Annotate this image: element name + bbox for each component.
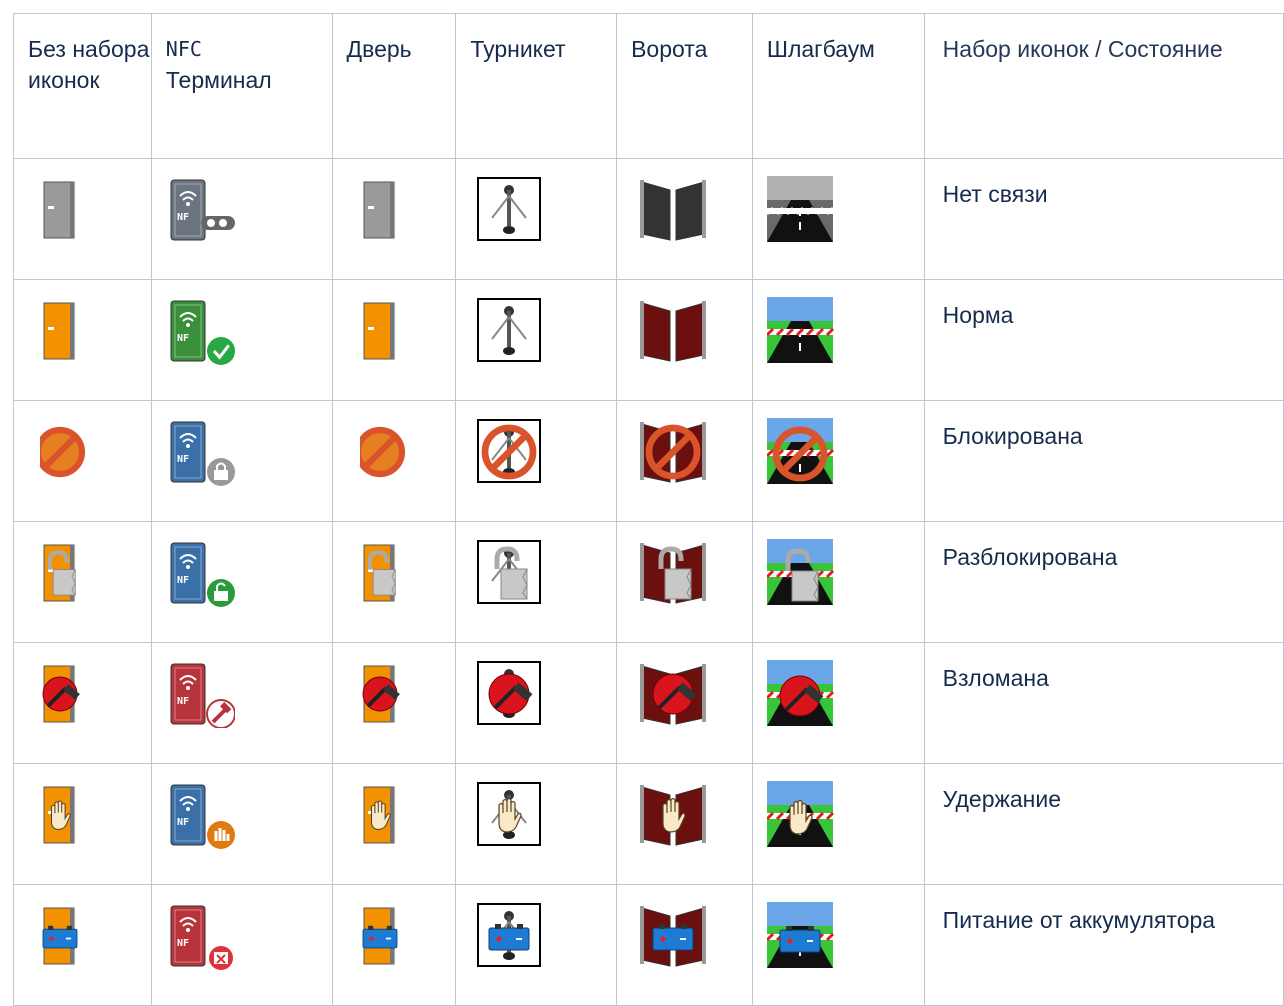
barrier-no-connection-icon xyxy=(751,158,925,280)
gate-no-connection-icon xyxy=(616,158,753,280)
door-unblocked-icon xyxy=(331,521,457,643)
none-broken-icon xyxy=(13,642,152,764)
door-battery-icon xyxy=(331,884,457,1006)
state-row-broken: NF Взломана xyxy=(13,642,1284,764)
state-label-cell: Нет связи xyxy=(923,158,1284,280)
nfc-terminal-battery-icon: NF xyxy=(150,884,333,1006)
state-label: Нет связи xyxy=(942,181,1048,207)
svg-text:NF: NF xyxy=(177,938,189,949)
turnstile-battery-icon xyxy=(455,884,618,1006)
svg-text:NF: NF xyxy=(177,454,189,465)
state-label: Норма xyxy=(942,302,1014,328)
barrier-broken-icon xyxy=(751,642,925,764)
none-hold-icon xyxy=(13,763,152,885)
turnstile-broken-icon xyxy=(455,642,618,764)
gate-unblocked-icon xyxy=(616,521,753,643)
barrier-blocked-icon xyxy=(751,400,925,522)
nfc-terminal-unblocked-icon: NF xyxy=(150,521,333,643)
state-label-cell: Норма xyxy=(923,279,1284,401)
door-blocked-icon xyxy=(331,400,457,522)
header-nfc-terminal: NFC Терминал xyxy=(150,13,333,159)
state-label: Питание от аккумулятора xyxy=(942,907,1216,933)
turnstile-no-connection-icon xyxy=(455,158,618,280)
state-label-cell: Питание от аккумулятора xyxy=(923,884,1284,1006)
state-row-normal: NF Норма xyxy=(13,279,1284,401)
door-hold-icon xyxy=(331,763,457,885)
barrier-battery-icon xyxy=(751,884,925,1006)
icon-sets-table: Без набора иконок NFC Терминал Дверь Турн… xyxy=(13,13,1284,1006)
door-broken-icon xyxy=(331,642,457,764)
svg-text:NF: NF xyxy=(177,696,189,707)
state-label-cell: Блокирована xyxy=(923,400,1284,522)
header-row: Без набора иконок NFC Терминал Дверь Турн… xyxy=(13,13,1284,159)
turnstile-hold-icon xyxy=(455,763,618,885)
gate-hold-icon xyxy=(616,763,753,885)
turnstile-unblocked-icon xyxy=(455,521,618,643)
svg-text:NF: NF xyxy=(177,212,189,223)
state-label-cell: Удержание xyxy=(923,763,1284,885)
gate-broken-icon xyxy=(616,642,753,764)
barrier-normal-icon xyxy=(751,279,925,401)
gate-blocked-icon xyxy=(616,400,753,522)
nfc-terminal-normal-icon: NF xyxy=(150,279,333,401)
state-row-blocked: NF Блокирована xyxy=(13,400,1284,522)
state-row-hold: NF Удержание xyxy=(13,763,1284,885)
header-barrier: Шлагбаум xyxy=(751,13,925,159)
none-blocked-icon xyxy=(13,400,152,522)
state-label-cell: Разблокирована xyxy=(923,521,1284,643)
header-state: Набор иконок / Состояние xyxy=(923,13,1284,159)
svg-text:NF: NF xyxy=(177,575,189,586)
barrier-hold-icon xyxy=(751,763,925,885)
gate-normal-icon xyxy=(616,279,753,401)
header-gate: Ворота xyxy=(616,13,753,159)
turnstile-normal-icon xyxy=(455,279,618,401)
none-battery-icon xyxy=(13,884,152,1006)
none-no-connection-icon xyxy=(13,158,152,280)
barrier-unblocked-icon xyxy=(751,521,925,643)
state-row-unblocked: NF Разблокирована xyxy=(13,521,1284,643)
header-nfc-label: NFC xyxy=(165,37,202,61)
state-row-no-connection: NF Нет связи xyxy=(13,158,1284,280)
state-row-battery: NF Питание от аккумулятора xyxy=(13,884,1284,1006)
none-normal-icon xyxy=(13,279,152,401)
nfc-terminal-no-connection-icon: NF xyxy=(150,158,333,280)
header-turnstile: Турникет xyxy=(455,13,618,159)
nfc-terminal-hold-icon: NF xyxy=(150,763,333,885)
state-label: Удержание xyxy=(942,786,1062,812)
header-door: Дверь xyxy=(331,13,457,159)
header-no-icon-set: Без набора иконок xyxy=(13,13,152,159)
door-no-connection-icon xyxy=(331,158,457,280)
state-label-cell: Взломана xyxy=(923,642,1284,764)
none-unblocked-icon xyxy=(13,521,152,643)
svg-text:NF: NF xyxy=(177,817,189,828)
nfc-terminal-broken-icon: NF xyxy=(150,642,333,764)
nfc-terminal-blocked-icon: NF xyxy=(150,400,333,522)
state-label: Разблокирована xyxy=(942,544,1118,570)
header-terminal-label: Терминал xyxy=(165,67,272,93)
gate-battery-icon xyxy=(616,884,753,1006)
svg-text:NF: NF xyxy=(177,333,189,344)
door-normal-icon xyxy=(331,279,457,401)
state-label: Взломана xyxy=(942,665,1049,691)
turnstile-blocked-icon xyxy=(455,400,618,522)
state-label: Блокирована xyxy=(942,423,1083,449)
